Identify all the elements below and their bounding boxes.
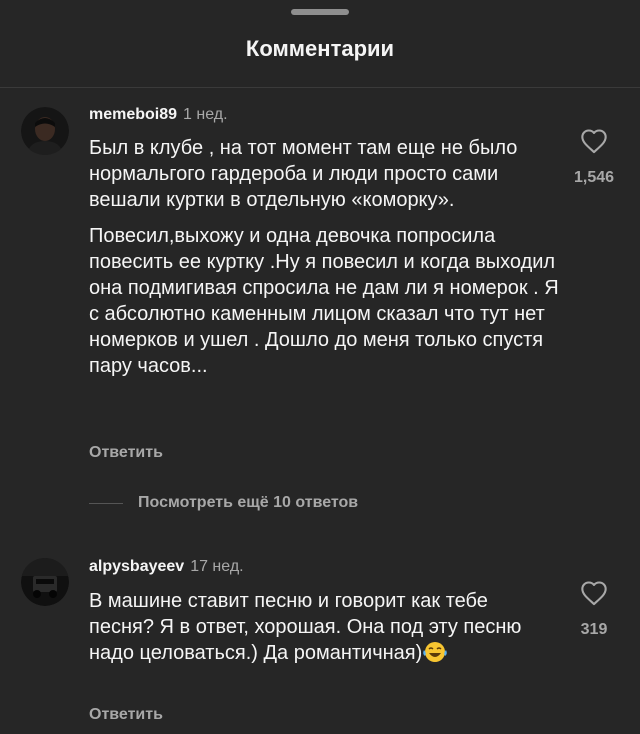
timestamp: 1 нед. <box>183 106 228 123</box>
like-column: 319 <box>555 580 633 639</box>
laughing-tears-emoji-icon <box>422 641 448 663</box>
replies-line <box>89 502 123 504</box>
comment-paragraph: Повесил,выхожу и одна девочка попросила … <box>89 225 559 377</box>
heart-icon[interactable] <box>580 128 608 154</box>
user-photo-icon <box>21 107 69 155</box>
reply-button[interactable]: Ответить <box>89 444 163 462</box>
view-more-replies-button[interactable]: Посмотреть ещё 10 ответов <box>89 492 358 514</box>
car-photo-icon <box>21 558 69 606</box>
timestamp: 17 нед. <box>190 558 244 575</box>
comment-paragraph: Был в клубе , на тот момент там еще не б… <box>89 137 518 211</box>
avatar[interactable] <box>21 558 69 606</box>
username[interactable]: memeboi89 <box>89 106 177 123</box>
comment-body: Был в клубе , на тот момент там еще не б… <box>89 135 559 389</box>
comment-body: В машине ставит песню и говорит как тебе… <box>89 588 559 676</box>
like-column: 1,546 <box>555 128 633 187</box>
drag-handle[interactable] <box>291 9 349 15</box>
like-count: 319 <box>580 621 608 638</box>
heart-icon[interactable] <box>580 580 608 606</box>
reply-button[interactable]: Ответить <box>89 706 163 724</box>
like-count: 1,546 <box>573 169 615 186</box>
comment-paragraph: В машине ставит песню и говорит как тебе… <box>89 588 549 666</box>
comment-header: memeboi89 1 нед. <box>89 106 228 124</box>
header-divider <box>0 87 640 88</box>
sheet-title: Комментарии <box>245 36 395 61</box>
comment-header: alpysbayeev 17 нед. <box>89 558 244 576</box>
view-more-replies-label: Посмотреть ещё 10 ответов <box>138 494 359 511</box>
username[interactable]: alpysbayeev <box>89 558 184 575</box>
comment-text: В машине ставит песню и говорит как тебе… <box>89 590 522 664</box>
avatar[interactable] <box>21 107 69 155</box>
